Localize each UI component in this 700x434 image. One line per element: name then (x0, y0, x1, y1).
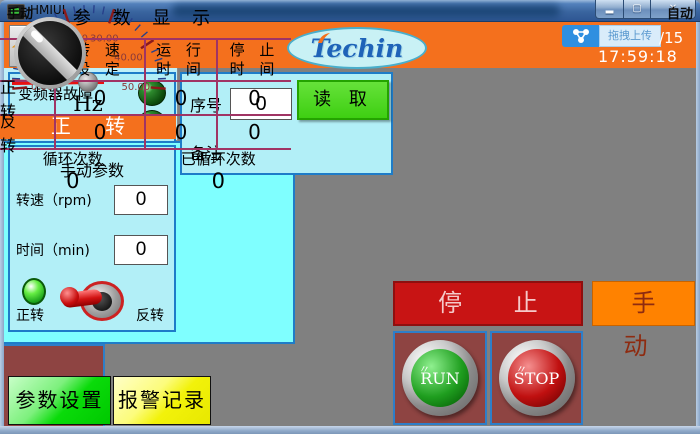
cycled-count-group: 已循环次数 0 (146, 144, 292, 199)
reverse-label: 反转 (136, 305, 164, 325)
clock-display: 17:59:18 (598, 47, 678, 66)
parameter-settings-button[interactable]: 参数设置 (8, 376, 111, 425)
cycle-count-value: 0 (0, 169, 146, 193)
hmi-window: HMIUI ▂ ▢ ✕ Techin (0, 0, 700, 434)
table-cell: 0 (56, 82, 146, 114)
alarm-record-button[interactable]: 报警记录 (113, 376, 211, 425)
read-button[interactable]: 读 取 (297, 80, 389, 120)
cycled-count-value: 0 (146, 169, 292, 193)
column-header-run-time: 运 行时 间 (146, 40, 218, 80)
forward-label: 正转 (16, 305, 44, 325)
direction-toggle-switch[interactable] (62, 275, 128, 325)
window-border-bottom (0, 426, 700, 434)
mode-rotary-switch[interactable] (14, 17, 86, 89)
run-pushbutton[interactable]: 〃 RUN (402, 340, 478, 416)
cycle-count-label: 循环次数 (0, 148, 146, 169)
cloud-share-icon (562, 25, 599, 47)
drag-upload-label: 拖拽上传 (599, 25, 661, 47)
run-pushbutton-panel: 〃 RUN (393, 331, 487, 425)
stop-pushbutton[interactable]: 〃 STOP (499, 340, 575, 416)
toggle-tip-icon (60, 287, 79, 306)
page-indicator: /15 (659, 29, 683, 47)
cycle-count-group: 循环次数 0 (0, 144, 146, 199)
table-cell: 0 (218, 82, 291, 114)
rotary-handle-icon (18, 21, 82, 85)
forward-run-led-icon (22, 278, 46, 305)
column-header-stop-time: 停 止时 间 (218, 40, 291, 80)
cycled-count-label: 已循环次数 (146, 148, 292, 169)
manual-mode-button[interactable]: 手 动 (592, 281, 695, 326)
time-input[interactable] (114, 235, 168, 265)
button-shine-icon: 〃 (418, 360, 431, 377)
rotary-manual-label: 手动 (7, 3, 33, 22)
rotary-knob-icon (18, 21, 82, 85)
table-cell: 0 (146, 82, 218, 114)
window-border-right (696, 22, 700, 426)
button-shine-icon: 〃 (514, 360, 527, 377)
brand-logo: Techin (287, 27, 427, 69)
time-label: 时间（min) (16, 240, 114, 260)
rotary-auto-label: 自动 (667, 3, 693, 22)
logo-accent-icon (317, 32, 331, 44)
stop-button[interactable]: 停 止 (393, 281, 583, 326)
drag-upload-overlay[interactable]: 拖拽上传 (562, 25, 661, 47)
stop-pushbutton-panel: 〃 STOP (490, 331, 583, 425)
